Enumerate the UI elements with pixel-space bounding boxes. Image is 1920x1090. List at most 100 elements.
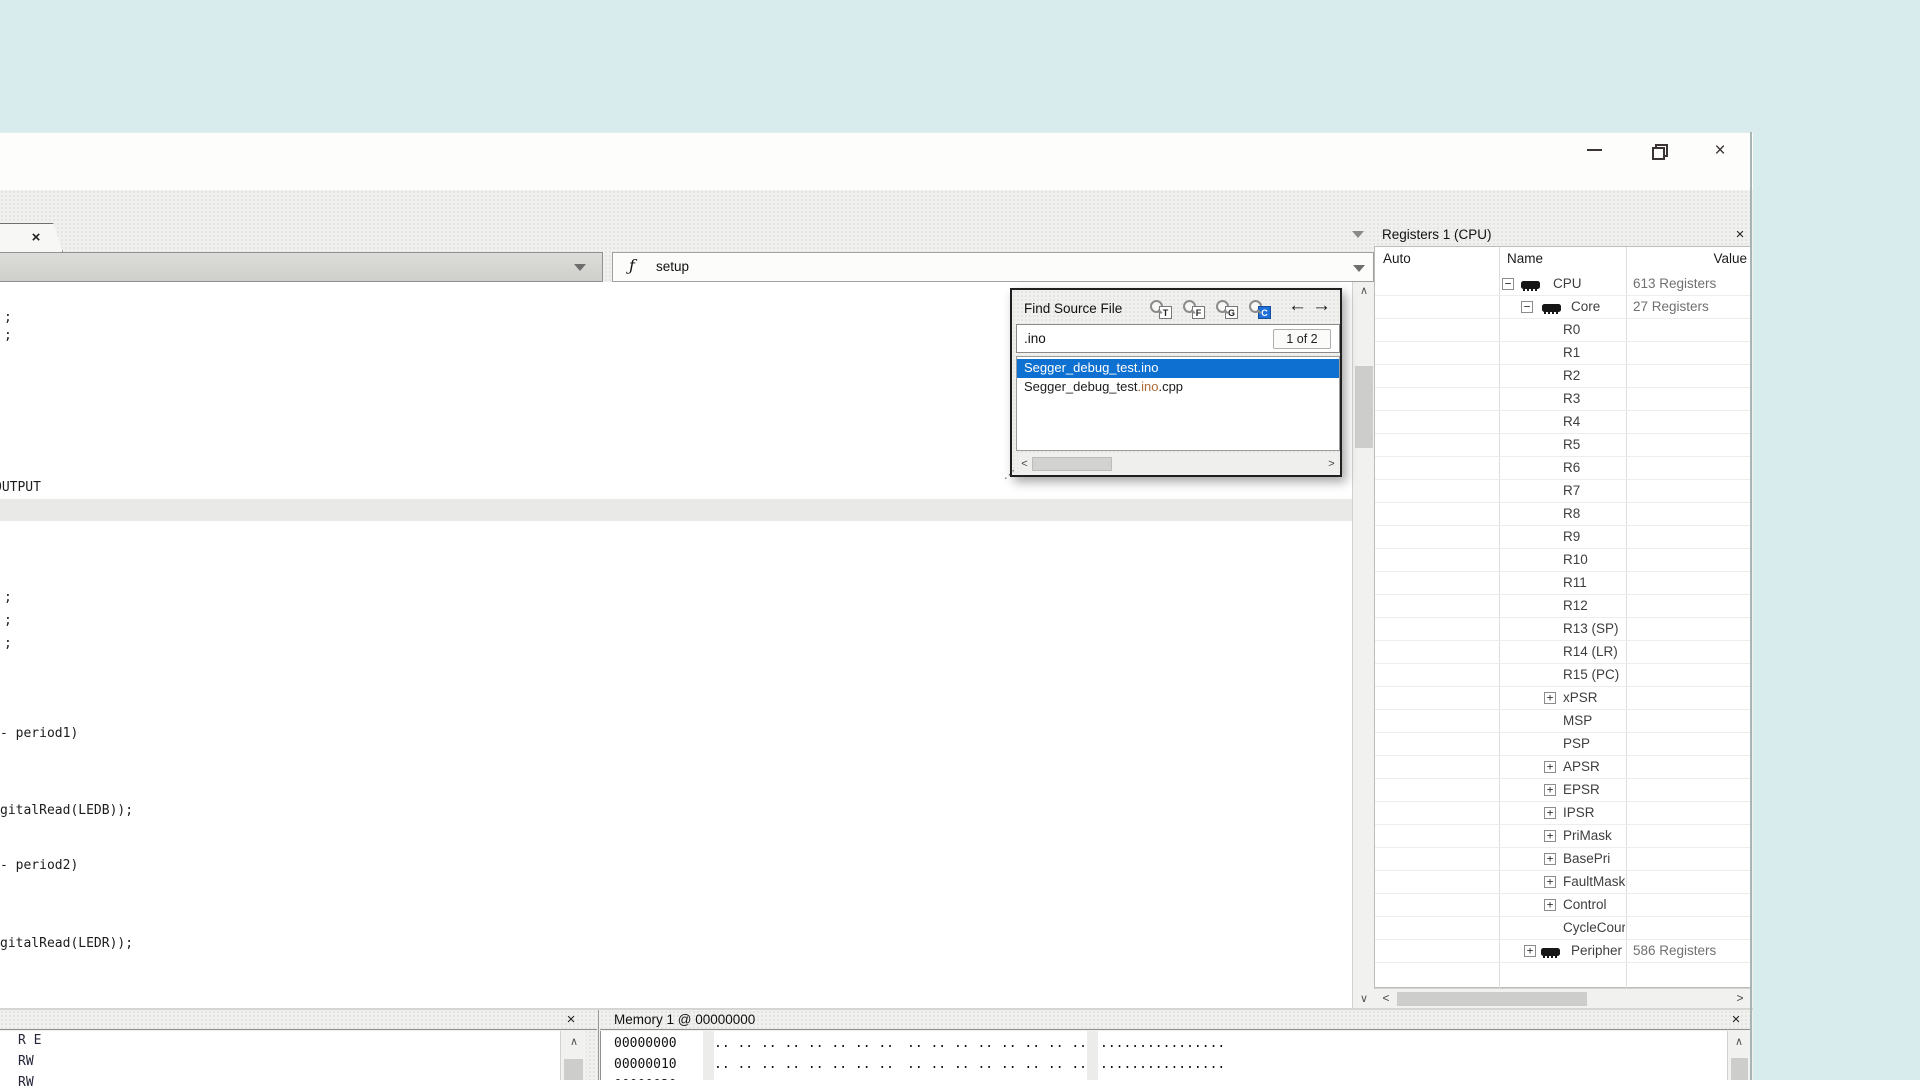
tree-expander-icon[interactable]: + xyxy=(1544,761,1556,773)
register-row[interactable]: + FaultMask xyxy=(1375,871,1750,894)
chip-icon xyxy=(1521,281,1540,289)
register-row[interactable]: R2 xyxy=(1375,365,1750,388)
register-row[interactable]: R5 xyxy=(1375,434,1750,457)
tree-expander-icon[interactable]: + xyxy=(1544,784,1556,796)
register-row[interactable]: PSP xyxy=(1375,733,1750,756)
bottom-left-panel[interactable]: R ERWRW xyxy=(0,1031,560,1080)
register-name: CPU xyxy=(1553,276,1582,291)
registers-hscrollbar-thumb[interactable] xyxy=(1397,992,1587,1006)
scroll-up-icon[interactable]: ∧ xyxy=(1728,1033,1750,1051)
register-row[interactable]: + EPSR xyxy=(1375,779,1750,802)
tree-expander-icon[interactable]: + xyxy=(1544,807,1556,819)
register-row[interactable]: R15 (PC) xyxy=(1375,664,1750,687)
forward-arrow-icon[interactable]: → xyxy=(1312,295,1331,317)
search-filter-c-icon[interactable]: C xyxy=(1247,299,1273,321)
scroll-down-icon[interactable]: ∨ xyxy=(1353,990,1375,1008)
register-row[interactable]: R13 (SP) xyxy=(1375,618,1750,641)
memory-row[interactable]: 00000000 .. .. .. .. .. .. .. .. .. .. .… xyxy=(601,1036,1727,1057)
tree-expander-icon[interactable]: + xyxy=(1524,945,1536,957)
search-result-row[interactable]: Segger_debug_test.ino.cpp xyxy=(1017,378,1340,397)
find-source-file-dialog[interactable]: Find Source File T F G C ← → 1 of 2 Segg… xyxy=(1010,288,1342,477)
register-row[interactable]: R14 (LR) xyxy=(1375,641,1750,664)
registers-panel[interactable]: Auto Name Value − CPU 613 Registers − Co… xyxy=(1374,246,1750,988)
editor-scrollbar[interactable]: ∧ ∨ xyxy=(1352,282,1374,1008)
tree-expander-icon[interactable]: + xyxy=(1544,899,1556,911)
bottom-left-panel-header[interactable]: × xyxy=(0,1010,597,1030)
bottom-left-close-icon[interactable]: × xyxy=(563,1012,579,1028)
registers-panel-header[interactable]: Registers 1 (CPU) × xyxy=(1374,225,1750,246)
register-name: PriMask xyxy=(1563,828,1612,843)
function-combo-dropdown-icon[interactable] xyxy=(1353,265,1365,272)
bottom-left-scrollbar-thumb[interactable] xyxy=(564,1059,583,1080)
register-value: 27 Registers xyxy=(1633,299,1743,314)
scroll-left-icon[interactable]: < xyxy=(1379,989,1393,1009)
memory-scrollbar[interactable]: ∧ xyxy=(1727,1031,1750,1080)
registers-hscrollbar[interactable]: < > xyxy=(1374,988,1750,1008)
back-arrow-icon[interactable]: ← xyxy=(1288,295,1307,317)
register-row[interactable]: + PriMask xyxy=(1375,825,1750,848)
register-row[interactable]: + IPSR xyxy=(1375,802,1750,825)
scroll-right-icon[interactable]: > xyxy=(1733,989,1747,1009)
close-button[interactable]: × xyxy=(1703,138,1737,162)
search-filter-g-icon[interactable]: G xyxy=(1214,299,1240,321)
scroll-left-icon[interactable]: < xyxy=(1018,455,1031,473)
register-row[interactable]: R4 xyxy=(1375,411,1750,434)
register-row[interactable]: MSP xyxy=(1375,710,1750,733)
register-row[interactable]: R6 xyxy=(1375,457,1750,480)
search-result-row[interactable]: Segger_debug_test.ino xyxy=(1017,359,1340,378)
register-row[interactable]: − Core 27 Registers xyxy=(1375,296,1750,319)
register-row[interactable]: R12 xyxy=(1375,595,1750,618)
file-combo[interactable] xyxy=(0,252,603,282)
registers-tree: − CPU 613 Registers − Core 27 Registers … xyxy=(1375,247,1751,989)
resize-grip-icon[interactable]: ⋰ xyxy=(1004,468,1015,481)
tree-expander-icon[interactable]: + xyxy=(1544,830,1556,842)
register-row[interactable]: R8 xyxy=(1375,503,1750,526)
memory-panel-header[interactable]: Memory 1 @ 00000000 × xyxy=(600,1010,1750,1030)
editor-scrollbar-thumb[interactable] xyxy=(1355,366,1373,448)
registers-close-icon[interactable]: × xyxy=(1732,227,1748,243)
restore-icon xyxy=(1652,144,1665,157)
tab-close-icon[interactable]: × xyxy=(26,228,46,248)
tree-expander-icon[interactable]: + xyxy=(1544,692,1556,704)
register-row[interactable]: R10 xyxy=(1375,549,1750,572)
restore-button[interactable] xyxy=(1641,138,1675,162)
tab-list-dropdown-icon[interactable] xyxy=(1352,231,1364,238)
memory-row[interactable]: 00000010 .. .. .. .. .. .. .. .. .. .. .… xyxy=(601,1057,1727,1078)
register-row[interactable]: + Peripher 586 Registers xyxy=(1375,940,1750,963)
register-row[interactable]: R11 xyxy=(1375,572,1750,595)
tree-expander-icon[interactable]: − xyxy=(1502,278,1514,290)
search-filter-t-icon[interactable]: T xyxy=(1148,299,1174,321)
register-row[interactable]: − CPU 613 Registers xyxy=(1375,273,1750,296)
tree-expander-icon[interactable]: − xyxy=(1521,301,1533,313)
register-value: 586 Registers xyxy=(1633,943,1743,958)
register-row[interactable]: R7 xyxy=(1375,480,1750,503)
register-row[interactable]: R3 xyxy=(1375,388,1750,411)
memory-scrollbar-thumb[interactable] xyxy=(1731,1058,1748,1080)
register-row[interactable]: CycleCour xyxy=(1375,917,1750,940)
register-row[interactable]: + Control xyxy=(1375,894,1750,917)
bottom-left-scrollbar[interactable]: ∧ xyxy=(560,1031,586,1080)
register-row[interactable]: R9 xyxy=(1375,526,1750,549)
tree-expander-icon[interactable]: + xyxy=(1544,853,1556,865)
memory-close-icon[interactable]: × xyxy=(1728,1012,1744,1028)
dialog-hscrollbar[interactable]: < > xyxy=(1018,455,1338,473)
minimize-button[interactable] xyxy=(1577,138,1611,162)
search-filter-f-icon[interactable]: F xyxy=(1181,299,1207,321)
file-combo-dropdown-icon[interactable] xyxy=(574,264,586,271)
register-row[interactable]: R1 xyxy=(1375,342,1750,365)
function-combo[interactable]: ƒ setup xyxy=(612,252,1374,282)
register-row[interactable]: + BasePri xyxy=(1375,848,1750,871)
scroll-up-icon[interactable]: ∧ xyxy=(563,1033,585,1051)
function-icon: ƒ xyxy=(629,256,635,275)
scroll-up-icon[interactable]: ∧ xyxy=(1353,282,1375,300)
scroll-right-icon[interactable]: > xyxy=(1325,455,1338,473)
dialog-hscrollbar-thumb[interactable] xyxy=(1032,457,1112,471)
memory-panel[interactable]: 00000000 .. .. .. .. .. .. .. .. .. .. .… xyxy=(600,1031,1727,1080)
tree-expander-icon[interactable]: + xyxy=(1544,876,1556,888)
register-row[interactable]: + xPSR xyxy=(1375,687,1750,710)
window-titlebar[interactable] xyxy=(0,132,1753,190)
code-fragment: gitalRead(LEDR)); xyxy=(0,936,133,951)
search-results-list[interactable]: Segger_debug_test.ino Segger_debug_test.… xyxy=(1016,356,1340,451)
register-row[interactable]: R0 xyxy=(1375,319,1750,342)
register-row[interactable]: + APSR xyxy=(1375,756,1750,779)
